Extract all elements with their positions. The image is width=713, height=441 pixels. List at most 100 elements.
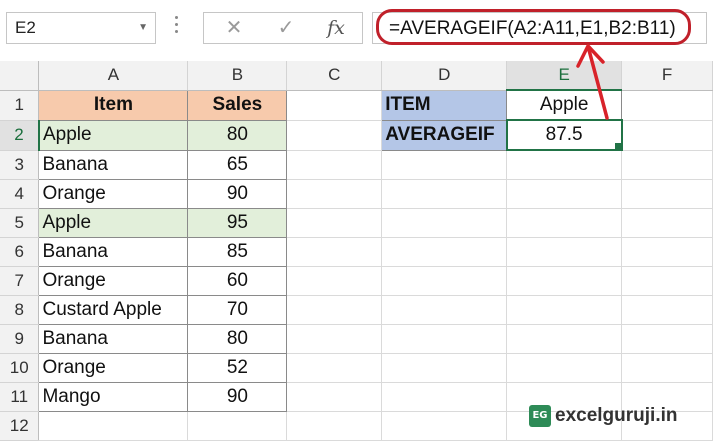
cell-f8[interactable] bbox=[621, 295, 713, 325]
cell-e3[interactable] bbox=[506, 150, 623, 180]
row-header[interactable]: 1 bbox=[0, 90, 40, 121]
spreadsheet-grid: A B C D E F 1 Item Sales ITEM Apple 2 Ap… bbox=[0, 61, 713, 441]
column-header-a[interactable]: A bbox=[38, 61, 189, 91]
cell-c3[interactable] bbox=[286, 150, 383, 180]
cell-a4[interactable]: Orange bbox=[38, 179, 189, 209]
cell-b9[interactable]: 80 bbox=[187, 324, 288, 354]
cell-a11[interactable]: Mango bbox=[38, 382, 189, 412]
cell-b12[interactable] bbox=[187, 411, 288, 441]
cell-c7[interactable] bbox=[286, 266, 383, 296]
cell-d8[interactable] bbox=[381, 295, 508, 325]
cell-a3[interactable]: Banana bbox=[38, 149, 189, 180]
cell-d5[interactable] bbox=[381, 208, 508, 238]
cell-b2[interactable]: 80 bbox=[187, 119, 288, 151]
cell-c4[interactable] bbox=[286, 179, 383, 209]
column-header-e[interactable]: E bbox=[506, 61, 623, 91]
cell-a6[interactable]: Banana bbox=[38, 237, 189, 267]
table-row: 4 Orange 90 bbox=[0, 179, 713, 209]
row-header[interactable]: 11 bbox=[0, 382, 40, 412]
column-header-b[interactable]: B bbox=[187, 61, 288, 91]
cell-f7[interactable] bbox=[621, 266, 713, 296]
cell-c2[interactable] bbox=[286, 120, 383, 151]
cell-c10[interactable] bbox=[286, 353, 383, 383]
table-row: 10 Orange 52 bbox=[0, 353, 713, 383]
select-all-corner[interactable] bbox=[0, 61, 40, 91]
cell-e7[interactable] bbox=[506, 266, 623, 296]
cell-c1[interactable] bbox=[286, 90, 383, 121]
cell-e8[interactable] bbox=[506, 295, 623, 325]
cell-e9[interactable] bbox=[506, 324, 623, 354]
cell-a2[interactable]: Apple bbox=[38, 119, 189, 151]
cell-a5[interactable]: Apple bbox=[38, 208, 189, 238]
row-header[interactable]: 5 bbox=[0, 208, 40, 238]
formula-bar: E2 ▼ ✕ ✓ fx =AVERAGEIF(A2:A11,E1,B2:B11) bbox=[0, 0, 713, 58]
cell-f6[interactable] bbox=[621, 237, 713, 267]
cell-d12[interactable] bbox=[381, 411, 508, 441]
cell-d7[interactable] bbox=[381, 266, 508, 296]
row-header[interactable]: 8 bbox=[0, 295, 40, 325]
cell-b4[interactable]: 90 bbox=[187, 179, 288, 209]
cell-f10[interactable] bbox=[621, 353, 713, 383]
cell-e6[interactable] bbox=[506, 237, 623, 267]
row-header[interactable]: 2 bbox=[0, 120, 40, 151]
column-header-c[interactable]: C bbox=[286, 61, 383, 91]
cell-e4[interactable] bbox=[506, 179, 623, 209]
cell-d6[interactable] bbox=[381, 237, 508, 267]
formula-buttons: ✕ ✓ fx bbox=[203, 12, 363, 44]
cell-a1[interactable]: Item bbox=[38, 89, 189, 121]
row-header[interactable]: 10 bbox=[0, 353, 40, 383]
cell-f2[interactable] bbox=[621, 120, 713, 151]
cell-c8[interactable] bbox=[286, 295, 383, 325]
cell-b7[interactable]: 60 bbox=[187, 266, 288, 296]
fill-handle[interactable] bbox=[613, 142, 620, 148]
cell-f5[interactable] bbox=[621, 208, 713, 238]
cell-a9[interactable]: Banana bbox=[38, 324, 189, 354]
cell-a12[interactable] bbox=[38, 411, 189, 441]
insert-function-button[interactable]: fx bbox=[316, 13, 356, 43]
cell-a7[interactable]: Orange bbox=[38, 266, 189, 296]
cell-f9[interactable] bbox=[621, 324, 713, 354]
cell-c11[interactable] bbox=[286, 382, 383, 412]
close-icon[interactable]: ✕ bbox=[214, 13, 254, 43]
column-header-f[interactable]: F bbox=[621, 61, 713, 91]
row-header[interactable]: 4 bbox=[0, 179, 40, 209]
cell-c5[interactable] bbox=[286, 208, 383, 238]
cell-b8[interactable]: 70 bbox=[187, 295, 288, 325]
cell-d9[interactable] bbox=[381, 324, 508, 354]
cell-b3[interactable]: 65 bbox=[187, 149, 288, 180]
cell-d4[interactable] bbox=[381, 179, 508, 209]
cell-f3[interactable] bbox=[621, 150, 713, 180]
cell-d3[interactable] bbox=[381, 150, 508, 180]
cell-d11[interactable] bbox=[381, 382, 508, 412]
cell-e2-value: 87.5 bbox=[545, 124, 583, 145]
row-header[interactable]: 6 bbox=[0, 237, 40, 267]
row-header[interactable]: 7 bbox=[0, 266, 40, 296]
cell-d1[interactable]: ITEM bbox=[381, 89, 508, 121]
cell-a8[interactable]: Custard Apple bbox=[38, 295, 189, 325]
row-header[interactable]: 3 bbox=[0, 150, 40, 180]
cell-b1[interactable]: Sales bbox=[187, 89, 288, 121]
column-header-d[interactable]: D bbox=[381, 61, 508, 91]
cell-b10[interactable]: 52 bbox=[187, 353, 288, 383]
cell-c9[interactable] bbox=[286, 324, 383, 354]
cell-c12[interactable] bbox=[286, 411, 383, 441]
more-icon[interactable] bbox=[175, 16, 179, 38]
row-header[interactable]: 12 bbox=[0, 411, 40, 441]
cell-e5[interactable] bbox=[506, 208, 623, 238]
cell-a10[interactable]: Orange bbox=[38, 353, 189, 383]
cell-e2-active[interactable]: 87.5 bbox=[505, 119, 623, 151]
cell-b6[interactable]: 85 bbox=[187, 237, 288, 267]
name-box[interactable]: E2 ▼ bbox=[6, 12, 156, 44]
cell-f1[interactable] bbox=[621, 90, 713, 121]
cell-c6[interactable] bbox=[286, 237, 383, 267]
cell-b5[interactable]: 95 bbox=[187, 208, 288, 238]
row-header[interactable]: 9 bbox=[0, 324, 40, 354]
cell-e1[interactable]: Apple bbox=[506, 89, 623, 121]
check-icon[interactable]: ✓ bbox=[266, 13, 306, 43]
cell-b11[interactable]: 90 bbox=[187, 382, 288, 412]
cell-d10[interactable] bbox=[381, 353, 508, 383]
cell-d2[interactable]: AVERAGEIF bbox=[381, 119, 508, 151]
chevron-down-icon[interactable]: ▼ bbox=[138, 13, 148, 43]
cell-e10[interactable] bbox=[506, 353, 623, 383]
cell-f4[interactable] bbox=[621, 179, 713, 209]
